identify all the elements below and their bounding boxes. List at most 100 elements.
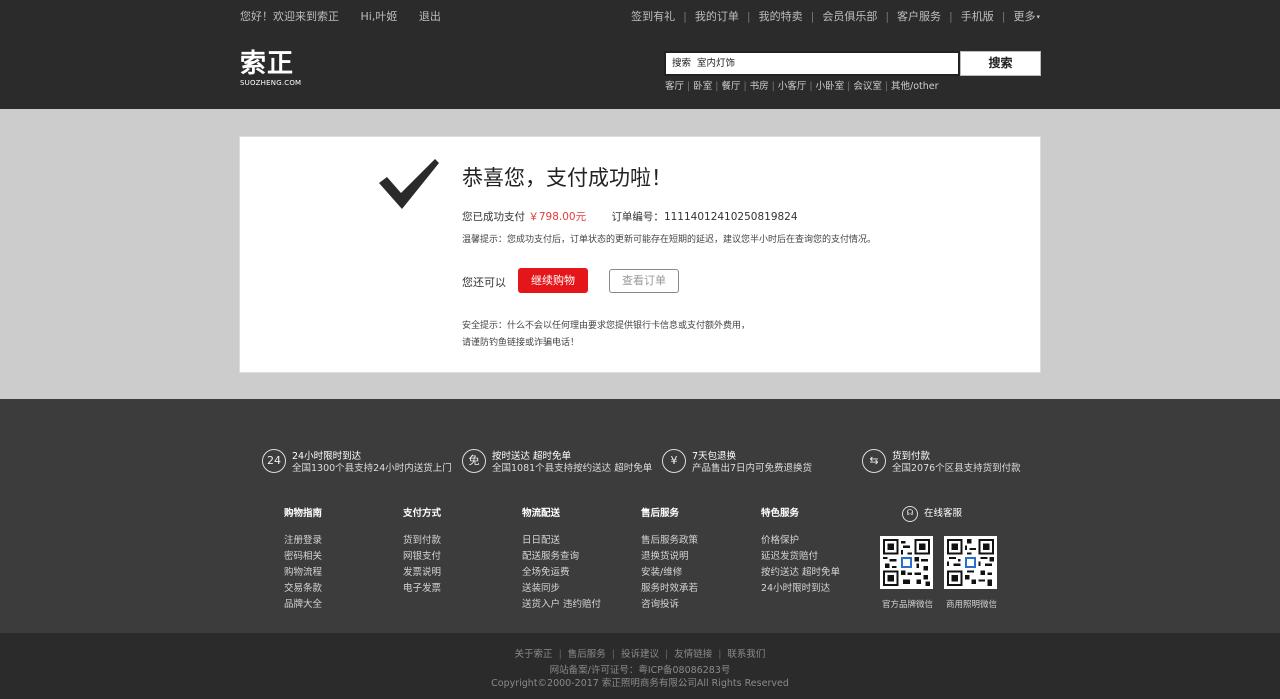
top-bar: 您好！欢迎来到索正 Hi,叶姬 退出 签到有礼 | 我的订单 | 我的特卖 | 会员俱乐部 |… <box>240 0 1040 30</box>
footer-link[interactable]: 电子发票 <box>403 581 441 597</box>
footer-col-title: 售后服务 <box>641 508 680 519</box>
footer-link[interactable]: 配送服务查询 <box>522 549 601 565</box>
footer-link[interactable]: 网银支付 <box>403 549 441 565</box>
qr-code-icon <box>947 539 994 586</box>
site-header: 您好！欢迎来到索正 Hi,叶姬 退出 签到有礼 | 我的订单 | 我的特卖 | 会员俱乐部 |… <box>0 0 1280 109</box>
bottom-link-contact[interactable]: 联系我们 <box>727 649 765 660</box>
divider: | <box>746 10 751 23</box>
promise-desc: 产品售出7日内可免费退换货 <box>692 463 813 474</box>
footer-link[interactable]: 日日配送 <box>522 533 601 549</box>
bottom-link-about[interactable]: 关于索正 <box>515 649 553 660</box>
divider: | <box>809 81 813 92</box>
welcome-text: 您好！欢迎来到索正 <box>240 10 339 23</box>
divider: | <box>771 81 775 92</box>
yuan-icon: ¥ <box>662 449 686 473</box>
checkmark-icon <box>379 159 439 209</box>
footer-link[interactable]: 24小时限时到达 <box>761 581 840 597</box>
logo-cn: 索正 <box>240 49 295 79</box>
user-link[interactable]: Hi,叶姬 <box>361 10 398 23</box>
footer-link[interactable]: 货到付款 <box>403 533 441 549</box>
copyright-bar: 关于索正 | 售后服务 | 投诉建议 | 友情链接 | 联系我们 网站备案/许可证号：粤ICP备… <box>0 633 1280 699</box>
footer-col-aftersale: 售后服务 售后服务政策 退换货说明 安装/维修 服务时效承若 咨询投诉 <box>641 505 698 613</box>
footer-link[interactable]: 发票说明 <box>403 565 441 581</box>
topbar-link-sales[interactable]: 我的特卖 <box>759 8 803 24</box>
bottom-link-aftersale[interactable]: 售后服务 <box>568 649 606 660</box>
divider: | <box>884 81 889 92</box>
topbar-link-checkin[interactable]: 签到有礼 <box>631 8 675 24</box>
hotword-living[interactable]: 客厅 <box>665 81 684 92</box>
footer-link[interactable]: 密码相关 <box>284 549 322 565</box>
site-logo[interactable]: 索正 SUOZHENG.COM <box>240 50 301 87</box>
footer-link[interactable]: 送货入户 违约赔付 <box>522 597 601 613</box>
copyright-text: Copyright©2000-2017 索正照明商务有限公司All Rights… <box>491 678 789 689</box>
topbar-links: 签到有礼 | 我的订单 | 我的特卖 | 会员俱乐部 | 客户服务 | 手机版 | 更多▾ <box>631 8 1040 24</box>
site-footer: 24 24小时限时到达 全国1300个县支持24小时内送货上门 免 按时送达 超… <box>0 399 1280 633</box>
footer-link[interactable]: 价格保护 <box>761 533 840 549</box>
hotword-study[interactable]: 书房 <box>750 81 769 92</box>
footer-link[interactable]: 安装/维修 <box>641 565 698 581</box>
search-button[interactable]: 搜索 <box>960 51 1041 76</box>
topbar-link-mobile[interactable]: 手机版 <box>961 8 994 24</box>
footer-link[interactable]: 咨询投诉 <box>641 597 698 613</box>
hotword-meeting[interactable]: 会议室 <box>853 81 882 92</box>
footer-link[interactable]: 购物流程 <box>284 565 322 581</box>
footer-link[interactable]: 延迟发货赔付 <box>761 549 840 565</box>
topbar-left: 您好！欢迎来到索正 Hi,叶姬 退出 <box>240 8 459 24</box>
continue-shopping-button[interactable]: 继续购物 <box>518 268 588 293</box>
footer-col-title: 购物指南 <box>284 508 323 519</box>
promise-desc: 全国1081个县支持按约送达 超时免单 <box>492 463 653 474</box>
free-order-icon: 免 <box>462 449 486 473</box>
footer-link[interactable]: 交易条款 <box>284 581 322 597</box>
payment-success-card: 恭喜您，支付成功啦！ 您已成功支付 ￥798.00元 订单编号：11114012… <box>239 136 1041 373</box>
topbar-link-club[interactable]: 会员俱乐部 <box>822 8 877 24</box>
hotword-other[interactable]: 其他/other <box>891 81 939 92</box>
divider: | <box>683 10 687 23</box>
paid-prefix: 您已成功支付 <box>462 211 525 223</box>
footer-col-logistics: 物流配送 日日配送 配送服务查询 全场免运费 送装同步 送货入户 违约赔付 <box>522 505 601 613</box>
footer-link[interactable]: 注册登录 <box>284 533 322 549</box>
warm-tip: 温馨提示：您成功支付后，订单状态的更新可能存在短期的延迟，建议您半小时后在查询您… <box>462 235 877 245</box>
view-order-button[interactable]: 查看订单 <box>609 269 679 293</box>
online-service-link[interactable]: ☊ 在线客服 <box>902 505 962 522</box>
hotword-bedroom[interactable]: 卧室 <box>693 81 712 92</box>
exchange-icon: ⇆ <box>862 449 886 473</box>
topbar-link-service[interactable]: 客户服务 <box>897 8 941 24</box>
divider: | <box>611 649 615 660</box>
footer-link[interactable]: 全场免运费 <box>522 565 601 581</box>
security-tip-line2: 请谨防钓鱼链接或诈骗电话！ <box>462 338 580 348</box>
footer-link[interactable]: 按约送达 超时免单 <box>761 565 840 581</box>
divider: | <box>558 649 562 660</box>
security-tip-line1: 安全提示：什么不会以任何理由要求您提供银行卡信息或支付额外费用， <box>462 321 751 331</box>
qr-code-commercial <box>944 536 997 589</box>
hotword-small-bedroom[interactable]: 小卧室 <box>816 81 845 92</box>
footer-link[interactable]: 品牌大全 <box>284 597 322 613</box>
footer-link[interactable]: 服务时效承若 <box>641 581 698 597</box>
hotword-small-living[interactable]: 小客厅 <box>778 81 807 92</box>
topbar-link-orders[interactable]: 我的订单 <box>695 8 739 24</box>
qr-code-icon <box>883 539 930 586</box>
footer-link[interactable]: 售后服务政策 <box>641 533 698 549</box>
hotword-dining[interactable]: 餐厅 <box>721 81 740 92</box>
promise-desc: 全国1300个县支持24小时内送货上门 <box>292 463 452 474</box>
divider: | <box>1001 10 1006 23</box>
footer-col-title: 支付方式 <box>403 508 442 519</box>
divider: | <box>687 81 691 92</box>
qr-caption-commercial: 商用照明微信 <box>946 600 998 610</box>
search-input[interactable]: 搜索 室内灯饰 <box>664 51 960 76</box>
order-label: 订单编号： <box>611 211 664 223</box>
bottom-link-friends[interactable]: 友情链接 <box>674 649 712 660</box>
paid-amount: ￥798.00元 <box>528 211 587 223</box>
search-value: 室内灯饰 <box>697 58 736 69</box>
divider: | <box>885 10 890 23</box>
bottom-links: 关于索正 | 售后服务 | 投诉建议 | 友情链接 | 联系我们 <box>0 646 1280 660</box>
hot-words: 客厅 | 卧室 | 餐厅 | 书房 | 小客厅 | 小卧室 | 会议室 | 其他/other <box>665 78 939 92</box>
icp-text: 网站备案/许可证号：粤ICP备08086283号 <box>549 665 731 676</box>
logout-link[interactable]: 退出 <box>419 10 441 23</box>
qr-caption-official: 官方品牌微信 <box>882 600 934 610</box>
promise-desc: 全国2076个区县支持货到付款 <box>892 463 1021 474</box>
topbar-link-more[interactable]: 更多▾ <box>1013 8 1040 24</box>
divider: | <box>718 649 722 660</box>
footer-link[interactable]: 退换货说明 <box>641 549 698 565</box>
bottom-link-complaint[interactable]: 投诉建议 <box>621 649 659 660</box>
footer-link[interactable]: 送装同步 <box>522 581 601 597</box>
